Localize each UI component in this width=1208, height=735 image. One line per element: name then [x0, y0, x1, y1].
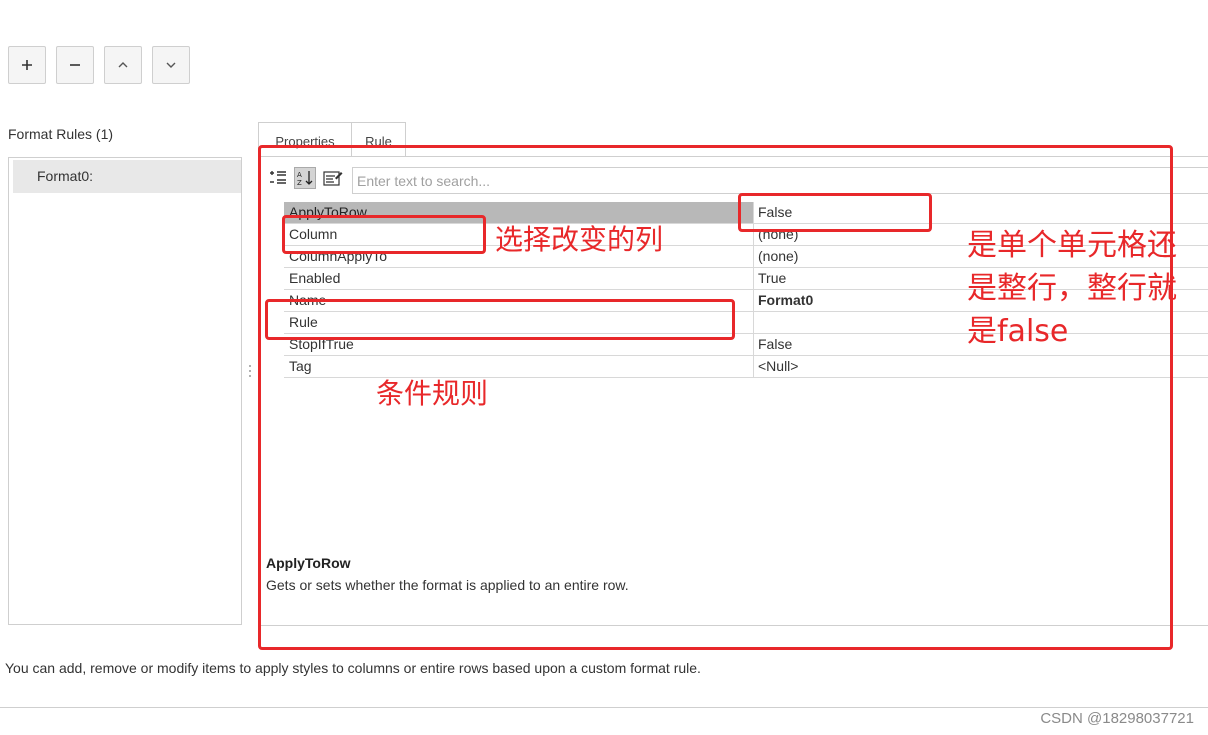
- splitter-handle[interactable]: [249, 364, 251, 378]
- annotation-rule-note: 条件规则: [376, 377, 489, 410]
- add-rule-button[interactable]: [8, 46, 46, 84]
- annotation-box-column: [282, 215, 486, 254]
- move-up-button[interactable]: [104, 46, 142, 84]
- format-rules-list[interactable]: Format0:: [8, 157, 242, 625]
- annotation-box-rule: [265, 299, 735, 340]
- annotation-line: 是false: [967, 314, 1069, 349]
- list-item[interactable]: Format0:: [13, 160, 241, 193]
- remove-rule-button[interactable]: [56, 46, 94, 84]
- chevron-up-icon: [118, 62, 128, 68]
- watermark: CSDN @18298037721: [1040, 710, 1194, 727]
- divider: [0, 707, 1208, 708]
- minus-icon: [70, 64, 80, 66]
- format-rules-heading: Format Rules (1): [8, 126, 114, 142]
- plus-icon: [22, 60, 32, 70]
- move-down-button[interactable]: [152, 46, 190, 84]
- annotation-column-note: 选择改变的列: [495, 223, 664, 256]
- annotation-applytorow-note: 是单个单元格还 是整行，整行就 是false: [967, 224, 1177, 353]
- footer-hint: You can add, remove or modify items to a…: [5, 660, 701, 676]
- annotation-line: 是整行，整行就: [967, 271, 1177, 306]
- chevron-down-icon: [166, 62, 176, 68]
- annotation-box-applytorow-value: [738, 193, 932, 232]
- annotation-line: 是单个单元格还: [967, 228, 1177, 263]
